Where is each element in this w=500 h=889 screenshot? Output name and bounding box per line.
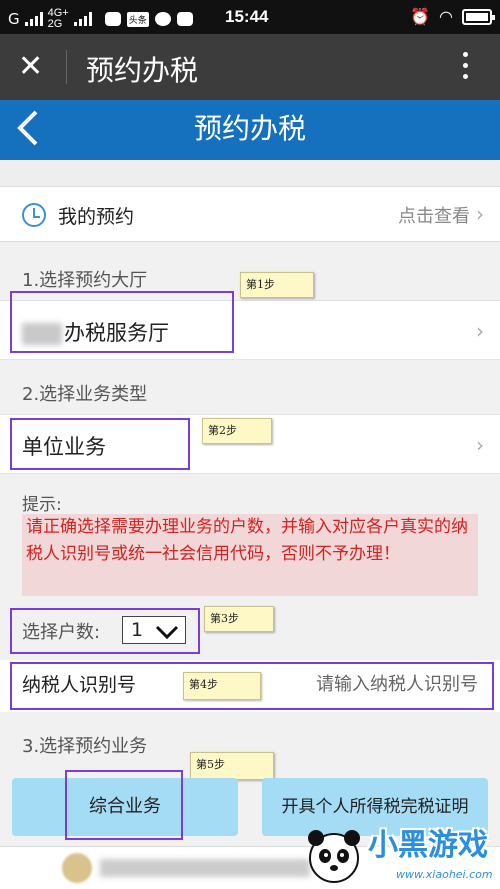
status-bar: G 4G+ 2G 头条 15:44 ⏰ ◠ bbox=[0, 0, 500, 34]
page-title: 预约办税 bbox=[193, 112, 306, 145]
avatar bbox=[62, 853, 92, 883]
section-select-hall: 1.选择预约大厅 bbox=[22, 270, 148, 291]
tip-label: 提示: bbox=[22, 495, 62, 515]
blurred-region bbox=[100, 859, 310, 877]
carrier-label: G bbox=[8, 10, 20, 28]
step-note-4: 第4步 bbox=[183, 672, 261, 700]
view-link[interactable]: 点击查看 bbox=[398, 202, 470, 228]
section-business-type: 2.选择业务类型 bbox=[22, 384, 148, 405]
battery-icon bbox=[462, 8, 495, 25]
status-time: 15:44 bbox=[225, 7, 269, 26]
message-icon bbox=[154, 12, 171, 26]
chevron-right-icon: › bbox=[476, 202, 484, 226]
watermark-url: www.xiaohei.com bbox=[396, 868, 493, 881]
spacer bbox=[0, 160, 500, 186]
divider bbox=[66, 50, 67, 84]
step-note-3: 第3步 bbox=[204, 606, 274, 632]
network2-label: 2G bbox=[47, 18, 63, 30]
app-title: 预约办税 bbox=[86, 54, 199, 87]
more-options-icon[interactable] bbox=[463, 52, 468, 79]
image-icon bbox=[176, 12, 193, 26]
step-note-2: 第2步 bbox=[202, 418, 272, 444]
page-header: 预约办税 bbox=[0, 100, 500, 160]
signal2-icon bbox=[73, 12, 92, 26]
step-note-1: 第1步 bbox=[240, 272, 314, 298]
watermark-logo: 小黑游戏 www.xiaohei.com bbox=[304, 816, 494, 888]
chevron-right-icon: › bbox=[476, 433, 484, 457]
annotation-box-step3 bbox=[10, 608, 200, 654]
section-select-service: 3.选择预约业务 bbox=[22, 736, 148, 757]
back-icon[interactable] bbox=[14, 108, 40, 155]
step-note-5: 第5步 bbox=[190, 752, 274, 780]
annotation-box-step1 bbox=[10, 291, 234, 353]
wifi-icon: ◠ bbox=[439, 7, 453, 26]
watermark-text: 小黑游戏 bbox=[368, 828, 488, 863]
my-appointment-label: 我的预约 bbox=[58, 206, 135, 228]
chevron-right-icon: › bbox=[476, 319, 484, 343]
wechat-icon bbox=[104, 12, 121, 26]
annotation-box-step5 bbox=[65, 770, 183, 840]
close-icon[interactable]: ✕ bbox=[18, 52, 43, 82]
clock-icon bbox=[22, 203, 46, 227]
tip-message: 请正确选择需要办理业务的户数，并输入对应各户真实的纳税人识别号或统一社会信用代码… bbox=[22, 514, 478, 596]
signal-icon bbox=[24, 12, 43, 26]
my-appointment-row[interactable]: 我的预约 点击查看 › bbox=[0, 186, 500, 242]
alarm-icon: ⏰ bbox=[410, 7, 431, 26]
annotation-box-step2 bbox=[10, 418, 190, 470]
toutiao-icon: 头条 bbox=[126, 11, 149, 27]
app-bar: ✕ 预约办税 bbox=[0, 34, 500, 100]
